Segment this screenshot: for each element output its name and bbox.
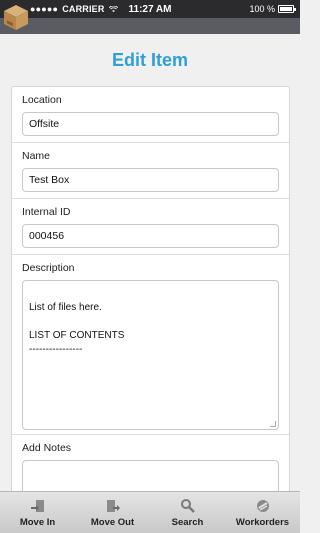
- location-input[interactable]: Offsite: [22, 112, 279, 136]
- name-label: Name: [22, 150, 51, 162]
- tab-search-label: Search: [171, 516, 204, 528]
- add-notes-field-group: Add Notes: [12, 435, 289, 491]
- location-field-group: Location Offsite: [12, 87, 289, 143]
- wifi-icon: [108, 5, 118, 12]
- tab-bar: Move In Move Out Search Workorders: [0, 491, 300, 533]
- move-out-icon: [106, 499, 120, 512]
- tab-move-in-label: Move In: [19, 516, 56, 528]
- location-label: Location: [22, 94, 62, 106]
- edit-item-page: Edit Item Location Offsite Name Test Box…: [0, 34, 300, 491]
- name-input[interactable]: Test Box: [22, 168, 279, 192]
- add-notes-textarea[interactable]: [22, 460, 279, 491]
- description-label: Description: [22, 262, 75, 274]
- tab-workorders-label: Workorders: [235, 516, 290, 528]
- battery-icon: [278, 5, 296, 13]
- signal-icon: ●●●●●: [30, 4, 59, 14]
- nav-strip: [0, 18, 300, 34]
- tab-workorders[interactable]: Workorders: [228, 493, 298, 533]
- move-in-icon: [30, 499, 44, 512]
- status-bar: ●●●●● CARRIER 11:27 AM 100 %: [0, 0, 300, 18]
- edit-item-form: Location Offsite Name Test Box Internal …: [11, 86, 290, 491]
- tab-move-out[interactable]: Move Out: [78, 493, 148, 533]
- box-logo-icon: [4, 5, 28, 30]
- tab-move-in[interactable]: Move In: [3, 493, 73, 533]
- carrier-group: ●●●●● CARRIER: [30, 4, 118, 14]
- internal-id-input[interactable]: 000456: [22, 224, 279, 248]
- search-icon: [180, 498, 195, 513]
- add-notes-label: Add Notes: [22, 442, 72, 454]
- description-text: List of files here. LIST OF CONTENTS ---…: [29, 302, 125, 355]
- description-textarea[interactable]: List of files here. LIST OF CONTENTS ---…: [22, 280, 279, 430]
- page-title: Edit Item: [111, 50, 188, 70]
- tab-move-out-label: Move Out: [90, 516, 135, 528]
- tab-search[interactable]: Search: [153, 493, 223, 533]
- battery-group: 100 %: [249, 4, 296, 14]
- description-field-group: Description List of files here. LIST OF …: [12, 255, 289, 435]
- resize-grip-icon[interactable]: [270, 421, 276, 427]
- internal-id-field-group: Internal ID 000456: [12, 199, 289, 255]
- carrier-label: CARRIER: [62, 4, 105, 14]
- battery-percent: 100 %: [249, 4, 275, 14]
- workorders-icon: [256, 499, 269, 512]
- internal-id-label: Internal ID: [22, 206, 71, 218]
- name-field-group: Name Test Box: [12, 143, 289, 199]
